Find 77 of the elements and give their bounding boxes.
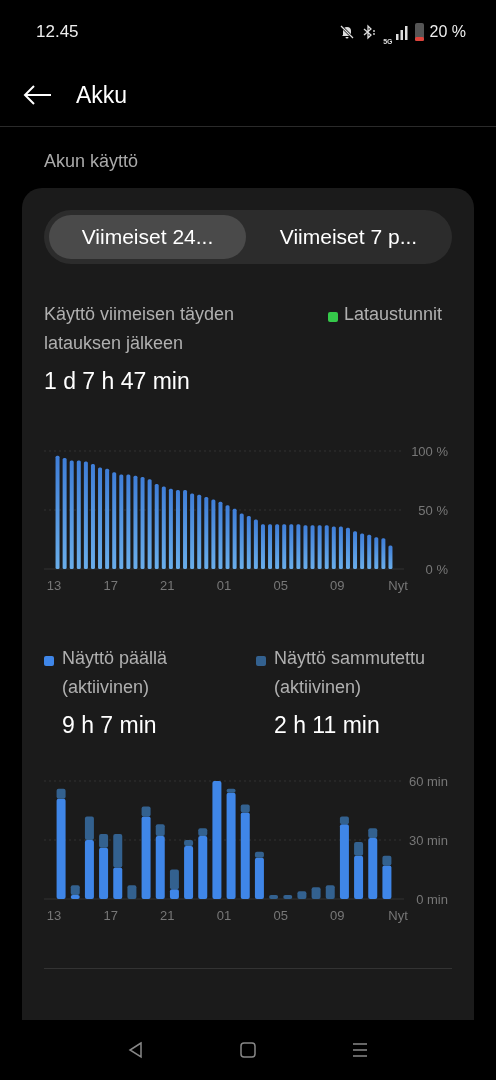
bar [388, 545, 393, 569]
bar [232, 508, 237, 569]
bar [374, 537, 379, 569]
usage-duration: 1 d 7 h 47 min [44, 368, 191, 395]
bar [324, 525, 329, 569]
axis-label: Nyt [388, 908, 408, 923]
axis-label: 30 min [408, 833, 448, 848]
usage-label: Käyttö viimeisen täyden latauksen jälkeen [44, 304, 235, 353]
bar [113, 867, 123, 899]
bar [289, 524, 294, 569]
bar [317, 525, 322, 569]
screen-time: 2 h 11 min [274, 712, 381, 739]
axis-label: 01 [216, 578, 232, 593]
bar [297, 891, 307, 899]
bar [303, 525, 308, 569]
axis-label: 50 % [418, 503, 448, 518]
bar [253, 519, 258, 569]
bar [275, 524, 280, 569]
signal-icon [394, 24, 409, 40]
axis-label: 13 [46, 578, 62, 593]
bar [381, 538, 386, 569]
bar [268, 524, 273, 569]
battery-icon [414, 23, 424, 41]
menu-icon [351, 1041, 369, 1059]
bar [239, 513, 244, 569]
battery-percentage: 20 % [429, 23, 466, 41]
legend-label: Näyttö sammutettu (aktiivinen) [274, 647, 427, 699]
bar [353, 531, 358, 569]
bar [218, 501, 223, 569]
period-tab[interactable]: Viimeiset 24... [49, 215, 246, 259]
bar [204, 497, 209, 569]
axis-label: 05 [273, 578, 288, 593]
period-tab[interactable]: Viimeiset 7 p... [250, 215, 447, 259]
bluetooth-icon [361, 24, 378, 40]
bar [325, 885, 335, 899]
axis-label: 17 [103, 578, 118, 593]
bar [311, 887, 321, 899]
bar [310, 525, 315, 569]
bar [338, 526, 343, 569]
axis-label: 0 min [416, 892, 448, 907]
status-time: 12.45 [36, 22, 79, 42]
back-button[interactable] [22, 84, 52, 106]
axis-label: Nyt [388, 578, 408, 593]
bar [331, 526, 336, 569]
back-arrow-icon [22, 84, 52, 106]
bar [127, 885, 137, 899]
section-title: Akun käyttö [43, 150, 140, 173]
bar [260, 524, 265, 569]
axis-label: 100 % [411, 444, 448, 459]
page-title: Akku [76, 81, 128, 109]
square-home-icon [239, 1041, 257, 1059]
axis-label: 60 min [408, 774, 448, 789]
muted-bell-icon [339, 24, 356, 40]
axis-label: 09 [330, 578, 345, 593]
axis-label: 0 % [425, 562, 448, 577]
bar [296, 524, 301, 569]
axis-label: 09 [330, 908, 345, 923]
triangle-back-icon [127, 1041, 145, 1059]
legend-label: Lataustunnit [344, 303, 443, 326]
axis-label: 21 [160, 908, 175, 923]
legend-label: Näyttö päällä (aktiivinen) [62, 647, 169, 699]
bar [282, 524, 287, 569]
bar [113, 834, 123, 868]
bar [211, 499, 216, 569]
axis-label: 05 [273, 908, 288, 923]
bar [367, 534, 372, 569]
axis-label: 21 [160, 578, 175, 593]
bar [225, 505, 230, 569]
axis-label: 17 [103, 908, 118, 923]
axis-label: 01 [216, 908, 232, 923]
screen-time: 9 h 7 min [62, 712, 158, 739]
bar [269, 895, 279, 899]
axis-label: 13 [46, 908, 62, 923]
bar [345, 527, 350, 569]
bar [246, 515, 251, 569]
bar [283, 895, 293, 899]
bar [360, 533, 365, 569]
